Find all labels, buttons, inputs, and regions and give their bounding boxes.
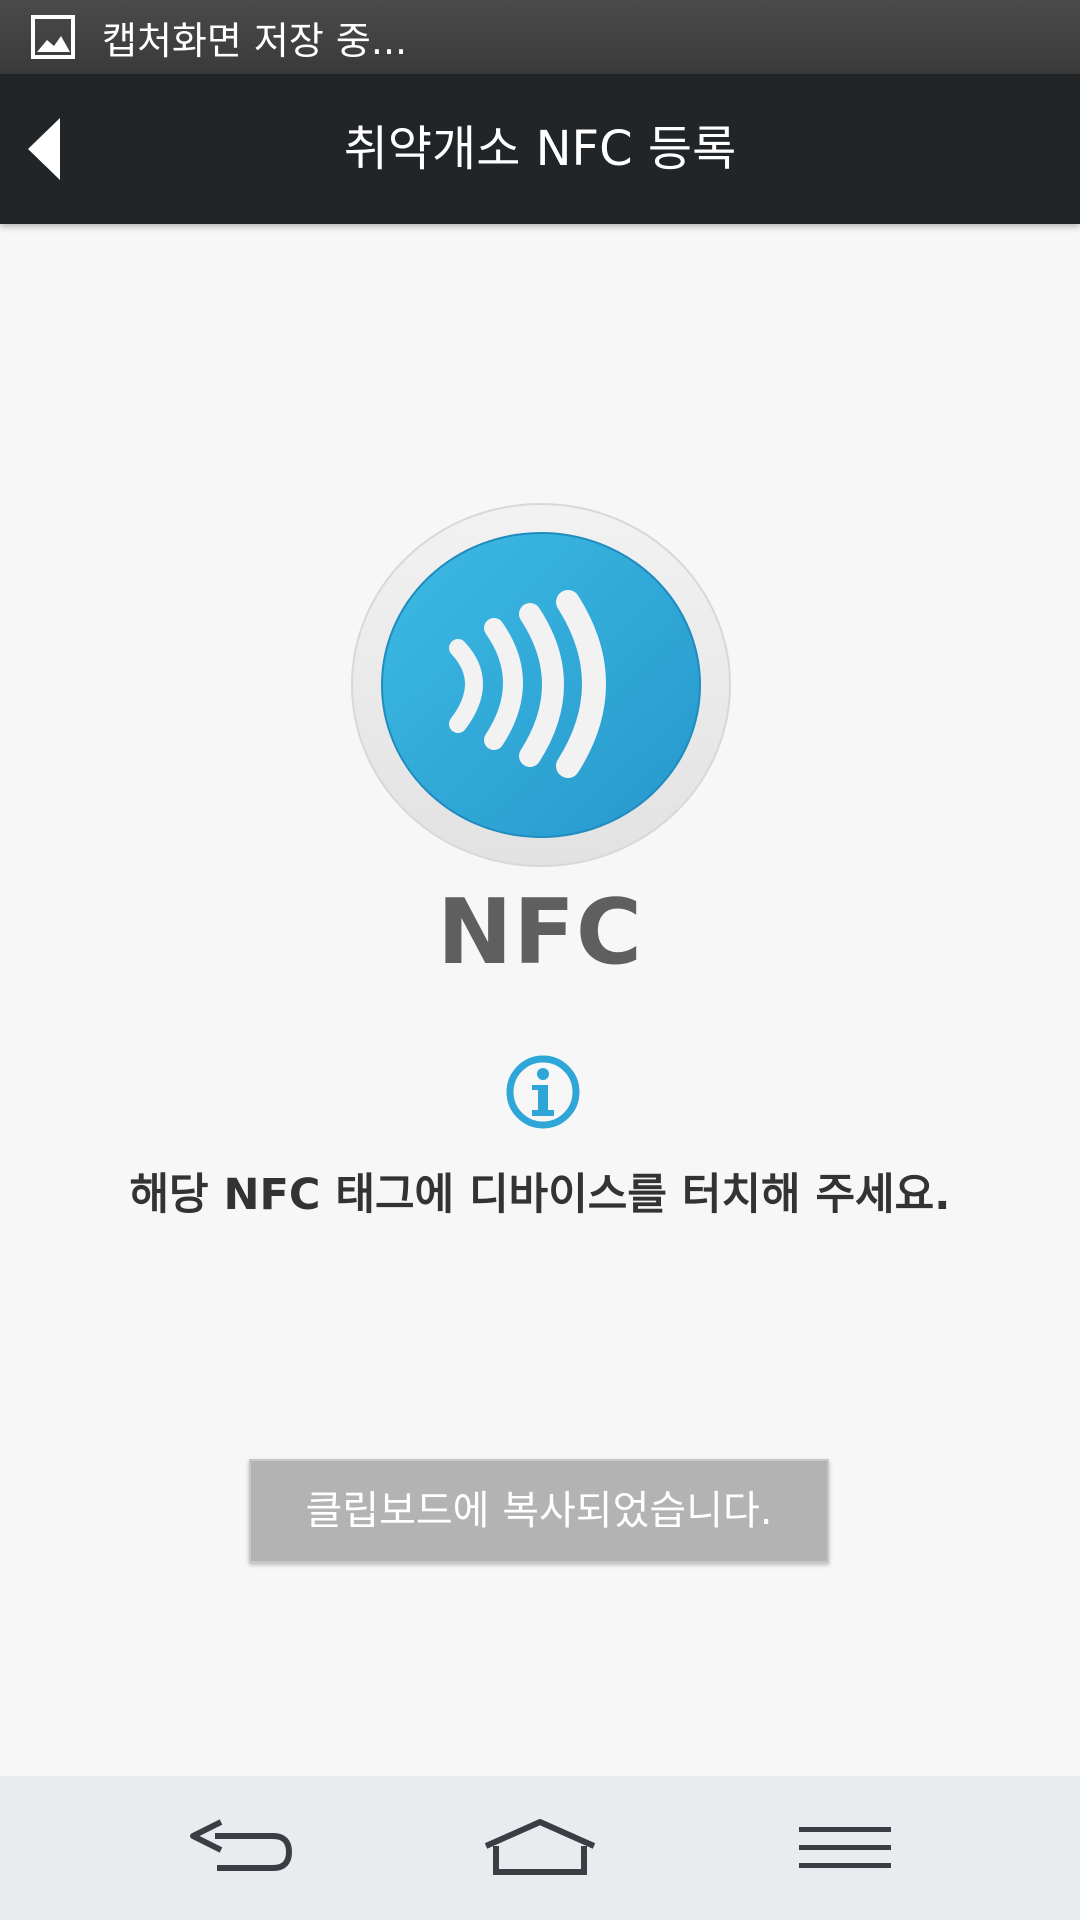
nfc-wave-icon	[351, 503, 731, 867]
instruction-text: 해당 NFC 태그에 디바이스를 터치해 주세요.	[129, 1170, 951, 1220]
nav-menu-button[interactable]	[775, 1806, 915, 1890]
nav-home-icon	[484, 1819, 596, 1875]
toast-message: 클립보드에 복사되었습니다.	[249, 1459, 829, 1563]
nav-home-button[interactable]	[470, 1806, 610, 1890]
nfc-label: NFC	[437, 880, 643, 985]
nav-menu-icon	[799, 1827, 891, 1868]
app-bar: 취약개소 NFC 등록	[0, 74, 1080, 224]
status-text: 캡처화면 저장 중...	[102, 18, 408, 63]
back-button[interactable]	[24, 114, 84, 184]
status-bar: 캡처화면 저장 중...	[0, 0, 1080, 74]
nav-back-button[interactable]	[170, 1806, 310, 1890]
page-title: 취약개소 NFC 등록	[343, 121, 737, 177]
back-arrow-icon	[28, 118, 60, 180]
image-icon	[31, 15, 75, 59]
nav-back-icon	[190, 1819, 293, 1871]
info-icon	[506, 1055, 580, 1129]
navigation-bar	[0, 1776, 1080, 1920]
